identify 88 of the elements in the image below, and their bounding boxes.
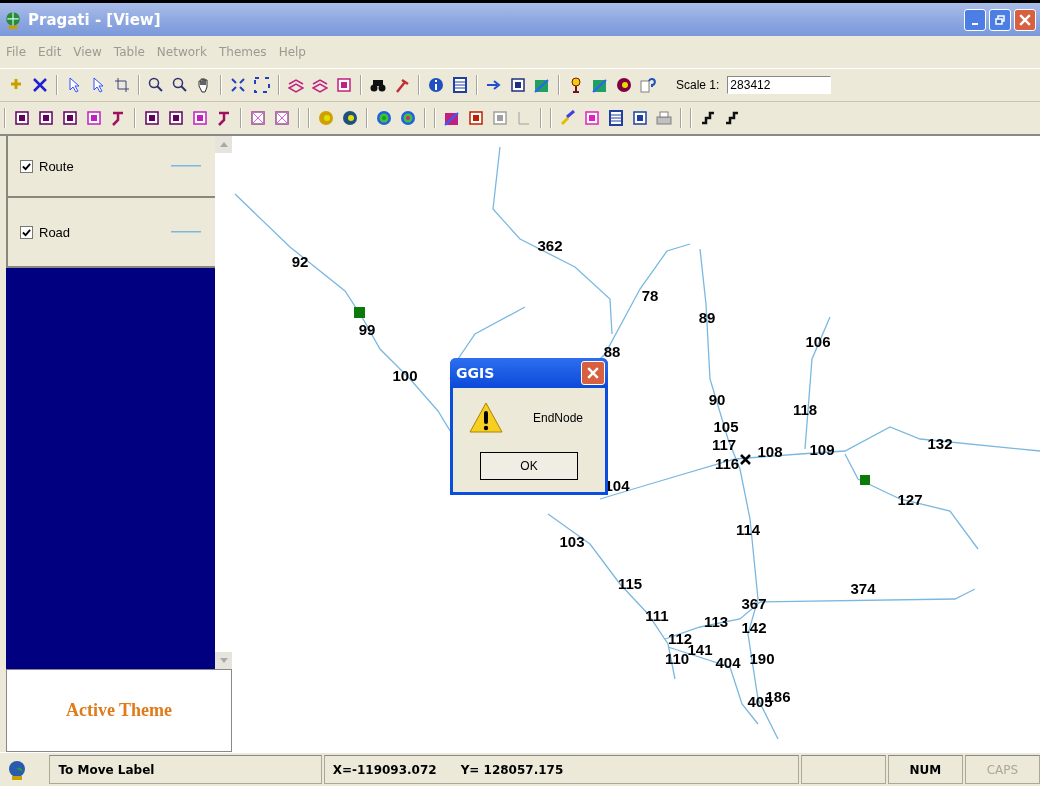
layer-name: Road (39, 224, 72, 240)
node-label: 404 (715, 654, 741, 671)
map-icon[interactable] (534, 77, 550, 93)
node-label: 90 (708, 391, 726, 408)
disc-icon[interactable] (616, 77, 632, 93)
node-label: 113 (703, 613, 729, 630)
node-label: 127 (897, 491, 923, 508)
node-marker (739, 453, 752, 466)
close-icon (587, 367, 599, 379)
node-label: 108 (757, 443, 783, 460)
layer-row[interactable]: Route (6, 136, 215, 198)
map-icon[interactable] (592, 77, 608, 93)
minimize-icon (972, 22, 978, 25)
binoculars-icon[interactable] (370, 77, 386, 93)
node-label: 103 (559, 533, 585, 550)
line-symbol-icon (171, 231, 201, 233)
minimize-button[interactable] (964, 8, 986, 31)
layers-icon[interactable] (312, 77, 328, 93)
layer-name: Route (39, 158, 75, 174)
scroll-down-icon (219, 658, 228, 663)
key-indicator: CAPS (986, 762, 1019, 777)
node-label: 367 (741, 595, 767, 612)
ok-button[interactable]: OK (480, 452, 578, 480)
scale-label: Scale 1: (676, 78, 720, 92)
export-icon[interactable] (486, 77, 502, 93)
y-coordinate: Y= 128057.175 (460, 762, 564, 777)
node-label: 89 (698, 309, 716, 326)
table-icon[interactable] (452, 77, 468, 93)
node-label: 117 (711, 436, 737, 453)
pointer-icon[interactable] (90, 77, 106, 93)
node-label: 88 (603, 343, 621, 360)
printer-icon[interactable] (656, 110, 672, 126)
node-label: 78 (641, 287, 659, 304)
node-label: 132 (927, 435, 953, 452)
window-title: Pragati - [View] (28, 10, 161, 29)
node-label: 118 (792, 401, 818, 418)
route-step-icon[interactable] (700, 110, 716, 126)
layer-row[interactable]: Road (6, 198, 215, 268)
node-label: 374 (850, 580, 876, 597)
layer-checkbox[interactable] (20, 225, 33, 239)
target-icon[interactable] (376, 110, 392, 126)
layer-checkbox[interactable] (20, 159, 33, 173)
layers-icon[interactable] (288, 77, 304, 93)
node-label: 109 (809, 441, 835, 458)
zoom-in-icon[interactable] (148, 77, 164, 93)
restore-button[interactable] (989, 8, 1011, 31)
zoom-out-icon[interactable] (172, 77, 188, 93)
close-icon (1019, 13, 1031, 26)
node-label: 116 (714, 455, 740, 472)
node-label: 111 (645, 607, 669, 624)
line-symbol-icon (171, 165, 201, 167)
hammer-icon[interactable] (394, 77, 410, 93)
x-coordinate: X=-119093.072 (332, 762, 437, 777)
close-button[interactable] (581, 361, 605, 385)
route-step-icon[interactable] (724, 110, 740, 126)
node-label: 100 (392, 367, 418, 384)
node-label: 92 (291, 253, 309, 270)
info-icon[interactable] (428, 77, 444, 93)
delete-icon[interactable] (32, 77, 48, 93)
node-label: 362 (537, 237, 563, 254)
node-marker (860, 475, 870, 485)
help-icon[interactable] (640, 77, 656, 93)
scroll-up-icon (219, 142, 228, 147)
select-box-icon[interactable] (114, 77, 130, 93)
scale-field[interactable]: 283412 (727, 76, 832, 94)
zoom-extent-icon[interactable] (230, 77, 246, 93)
pin-icon[interactable] (568, 77, 584, 93)
brush-icon[interactable] (560, 110, 576, 126)
node-label: 105 (713, 418, 739, 435)
node-label: 115 (617, 575, 643, 592)
node-marker (354, 307, 365, 318)
close-button[interactable] (1014, 8, 1036, 31)
pointer-icon[interactable] (66, 77, 82, 93)
dialog-title: GGIS (456, 365, 495, 381)
node-label: 190 (749, 650, 775, 667)
target-cross-icon[interactable] (400, 110, 416, 126)
full-extent-icon[interactable] (254, 77, 270, 93)
node-label: 106 (805, 333, 831, 350)
active-theme-label: Active Theme (65, 700, 173, 721)
node-label: 114 (735, 521, 761, 538)
restore-icon (995, 14, 1005, 25)
scrollbar[interactable] (215, 136, 232, 669)
dialog-message: EndNode (533, 411, 584, 425)
key-indicator: NUM (909, 762, 942, 777)
node-label: 99 (358, 321, 376, 338)
status-message: To Move Label (58, 762, 155, 777)
node-label: 142 (741, 619, 767, 636)
warning-icon (469, 402, 503, 434)
